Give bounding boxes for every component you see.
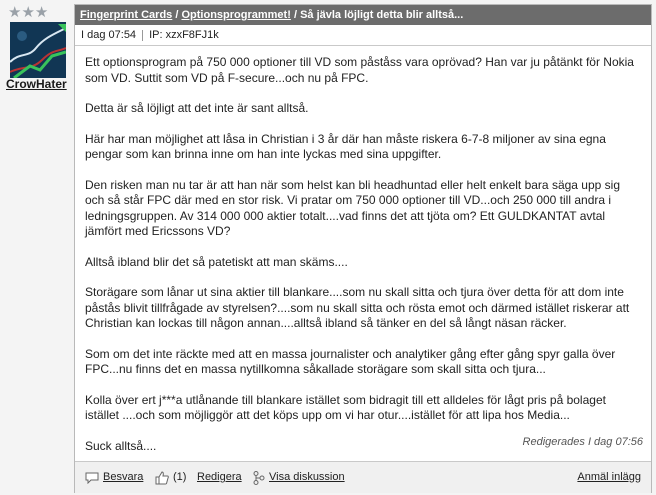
show-discussion-action[interactable]: Visa diskussion [253, 462, 345, 493]
star-icon: ★★★ [8, 4, 49, 21]
post-paragraph: Detta är så löjligt att det inte är sant… [85, 101, 309, 115]
post-ip: IP: xzxF8FJ1k [149, 29, 219, 41]
post-body: Ett optionsprogram på 750 000 optioner t… [85, 55, 641, 469]
post-paragraph: Här har man möjlighet att låsa in Christ… [85, 131, 606, 162]
post-paragraph: Ett optionsprogram på 750 000 optioner t… [85, 55, 634, 85]
speech-bubble-icon [85, 472, 99, 484]
thumbs-up-icon [155, 470, 169, 485]
meta-divider [142, 29, 144, 41]
post-title: Så jävla löjligt detta blir alltså... [300, 9, 464, 21]
edited-notice: Redigerades I dag 07:56 [522, 436, 643, 448]
post-date: I dag 07:54 [81, 29, 137, 41]
post-paragraph: Som om det inte räckte med att en massa … [85, 346, 616, 377]
edit-link[interactable]: Redigera [197, 462, 242, 493]
post-actions-bar: Besvara (1) Redigera Visa diskussion Anm… [75, 461, 651, 493]
post-header-breadcrumb: Fingerprint Cards / Optionsprogrammet! /… [75, 5, 651, 25]
report-post-link[interactable]: Anmäl inlägg [577, 462, 641, 493]
like-action[interactable]: (1) [155, 462, 186, 493]
breadcrumb-separator: / [293, 9, 298, 21]
discussion-tree-icon [253, 470, 265, 485]
author-column: ★★★ CrowHater [0, 0, 72, 495]
post-meta: I dag 07:54 IP: xzxF8FJ1k [75, 25, 651, 46]
post-paragraph: Alltså ibland blir det så patetiskt att … [85, 254, 348, 269]
forum-post: Fingerprint Cards / Optionsprogrammet! /… [74, 4, 652, 493]
report-action[interactable]: Anmäl inlägg [577, 462, 641, 493]
show-discussion-link[interactable]: Visa diskussion [269, 462, 345, 493]
breadcrumb-company-link[interactable]: Fingerprint Cards [80, 9, 172, 21]
breadcrumb-separator: / [175, 9, 179, 21]
post-paragraph: Storägare som lånar ut sina aktier till … [85, 285, 630, 330]
breadcrumb-forum-link[interactable]: Optionsprogrammet! [181, 9, 290, 21]
reply-link[interactable]: Besvara [103, 462, 143, 493]
like-count: (1) [173, 471, 187, 483]
avatar-chart-icon [10, 22, 66, 78]
reply-action[interactable]: Besvara [85, 462, 143, 493]
edit-action[interactable]: Redigera [197, 462, 242, 493]
post-paragraph: Den risken man nu tar är att han när som… [85, 177, 620, 239]
post-paragraph: Kolla över ert j***a utlånande till blan… [85, 392, 606, 423]
username-link[interactable]: CrowHater [6, 77, 67, 91]
user-rating-stars: ★★★ [8, 4, 49, 21]
avatar[interactable] [10, 22, 66, 78]
